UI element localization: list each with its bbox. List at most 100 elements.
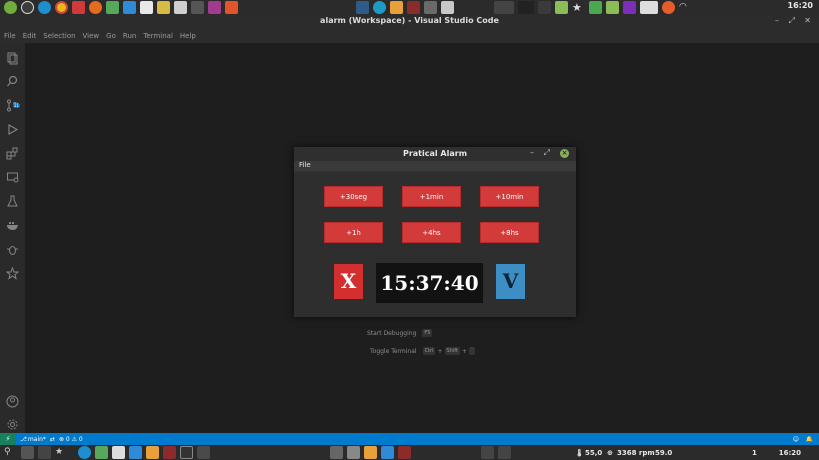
add-1-hour-button[interactable]: +1h <box>324 222 383 243</box>
edge-icon[interactable] <box>38 1 51 14</box>
bottom-clock[interactable]: 16:20 <box>779 449 801 457</box>
confirm-button[interactable]: V <box>496 264 525 299</box>
alarm-menu-file[interactable]: File <box>299 161 311 169</box>
explorer-icon[interactable] <box>6 50 19 65</box>
problems-indicator[interactable]: ⊗ 0 ⚠ 0 <box>59 436 83 443</box>
task-sublime-icon[interactable] <box>146 446 159 459</box>
running-app-2-icon[interactable] <box>373 1 386 14</box>
task-terminal-icon[interactable] <box>180 446 193 459</box>
task-edge-icon[interactable] <box>78 446 91 459</box>
mint-menu-icon[interactable] <box>4 1 17 14</box>
menu-help[interactable]: Help <box>180 32 196 40</box>
alarm-menubar: File <box>294 161 576 172</box>
menu-edit[interactable]: Edit <box>23 32 37 40</box>
clock-icon[interactable] <box>21 1 34 14</box>
task-files-icon[interactable] <box>95 446 108 459</box>
maximize-button[interactable]: ⤢ <box>789 16 795 26</box>
task-running-3-icon[interactable] <box>364 446 377 459</box>
window-title: alarm (Workspace) - Visual Studio Code <box>320 16 499 25</box>
star-activity-icon[interactable] <box>5 265 20 280</box>
branch-name[interactable]: main* <box>28 436 46 443</box>
running-app-6-icon[interactable] <box>441 1 454 14</box>
source-control-icon[interactable]: 21 <box>6 97 21 112</box>
running-app-5-icon[interactable] <box>424 1 437 14</box>
terminal-icon[interactable] <box>191 1 204 14</box>
task-running-5-icon[interactable] <box>398 446 411 459</box>
feedback-icon[interactable]: ☺ <box>793 436 799 443</box>
task-monitor-icon[interactable] <box>197 446 210 459</box>
document-icon[interactable] <box>140 1 153 14</box>
settings-gear-icon[interactable] <box>6 416 19 430</box>
extensions-icon[interactable] <box>6 145 19 160</box>
minimize-button[interactable]: – <box>775 16 779 25</box>
menu-run[interactable]: Run <box>123 32 136 40</box>
alarm-maximize-button[interactable]: ⤢ <box>544 148 550 158</box>
add-8-hours-button[interactable]: +8hs <box>480 222 539 243</box>
star-icon[interactable]: ★ <box>572 1 585 14</box>
warning-icon[interactable] <box>662 1 675 14</box>
task-running-2-icon[interactable] <box>347 446 360 459</box>
window-list-icon[interactable] <box>21 446 34 459</box>
notes-icon[interactable] <box>174 1 187 14</box>
chrome-icon[interactable] <box>55 1 68 14</box>
tray-count: 1 <box>752 449 757 457</box>
wifi-icon[interactable]: ◠ <box>679 1 692 14</box>
menu-terminal[interactable]: Terminal <box>143 32 173 40</box>
testing-icon[interactable] <box>6 193 19 207</box>
add-1-minute-button[interactable]: +1min <box>402 186 461 207</box>
cancel-button[interactable]: X <box>334 264 363 299</box>
running-app-3-icon[interactable] <box>390 1 403 14</box>
task-document-icon[interactable] <box>112 446 125 459</box>
tray-indicator-2-icon[interactable] <box>498 446 511 459</box>
app-indicator-icon[interactable] <box>623 1 636 14</box>
task-app-icon[interactable] <box>163 446 176 459</box>
folder-icon[interactable] <box>157 1 170 14</box>
monitor-icon[interactable] <box>589 1 602 14</box>
folder-green-icon[interactable] <box>606 1 619 14</box>
indicator-icon[interactable] <box>538 1 551 14</box>
docker-icon[interactable] <box>6 217 19 230</box>
remote-indicator-icon[interactable]: ⚡ <box>0 433 16 445</box>
source-control-badge: 21 <box>13 103 21 108</box>
search-icon[interactable] <box>6 73 19 87</box>
brave-icon[interactable] <box>225 1 238 14</box>
activity-bar: 21 <box>0 43 25 433</box>
menu-file[interactable]: File <box>4 32 16 40</box>
tray-clock[interactable]: 16:20 <box>788 1 813 10</box>
files-icon[interactable] <box>106 1 119 14</box>
favorite-icon[interactable]: ★ <box>55 446 68 459</box>
running-app-4-icon[interactable] <box>407 1 420 14</box>
add-30-seconds-button[interactable]: +30seg <box>324 186 383 207</box>
bell-icon[interactable]: 🔔 <box>806 436 813 443</box>
add-10-minutes-button[interactable]: +10min <box>480 186 539 207</box>
task-vscode-icon[interactable] <box>129 446 142 459</box>
tray-indicator-1-icon[interactable] <box>481 446 494 459</box>
menu-selection[interactable]: Selection <box>43 32 75 40</box>
close-button[interactable]: ✕ <box>804 16 811 25</box>
vscode-menubar: File Edit Selection View Go Run Terminal… <box>0 29 819 43</box>
task-running-4-icon[interactable] <box>381 446 394 459</box>
menu-go[interactable]: Go <box>106 32 116 40</box>
vscode-icon[interactable] <box>123 1 136 14</box>
show-desktop-icon[interactable]: ⚲ <box>4 446 17 459</box>
remote-explorer-icon[interactable] <box>6 169 19 183</box>
fan-icon: ⊕ <box>607 449 613 457</box>
task-running-1-icon[interactable] <box>330 446 343 459</box>
menu-view[interactable]: View <box>83 32 100 40</box>
alarm-minimize-button[interactable]: – <box>530 148 534 157</box>
image-viewer-icon[interactable] <box>208 1 221 14</box>
run-debug-icon[interactable] <box>6 121 19 135</box>
notification-icon[interactable] <box>640 1 658 14</box>
sync-icon[interactable]: ⇄ <box>50 436 55 443</box>
workspace-icon[interactable] <box>38 446 51 459</box>
folder-indicator-icon[interactable] <box>555 1 568 14</box>
add-4-hours-button[interactable]: +4hs <box>402 222 461 243</box>
alarm-close-button[interactable]: × <box>560 149 569 158</box>
account-icon[interactable] <box>6 393 19 408</box>
firefox-icon[interactable] <box>89 1 102 14</box>
running-app-1-icon[interactable] <box>356 1 369 14</box>
bug-icon[interactable] <box>6 241 19 255</box>
keyboard-indicator-icon[interactable] <box>494 1 514 14</box>
vivaldi-icon[interactable] <box>72 1 85 14</box>
shortcut-plus: + <box>461 347 467 355</box>
